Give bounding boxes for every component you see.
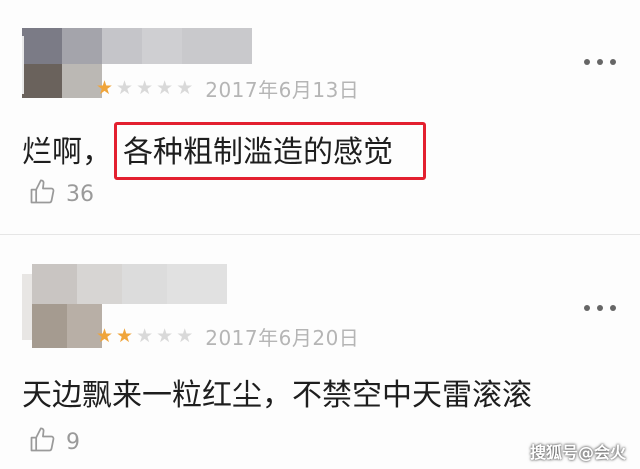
star-empty-icon: ★ [176, 77, 194, 99]
thumbs-up-icon [28, 426, 56, 458]
star-filled-icon: ★ [96, 325, 114, 347]
like-button[interactable]: 36 [28, 178, 94, 210]
star-empty-icon: ★ [116, 77, 134, 99]
star-empty-icon: ★ [156, 325, 174, 347]
rating-row: ★ ★ ★ ★ ★ 2017年6月20日 [96, 322, 359, 351]
star-empty-icon: ★ [136, 77, 154, 99]
like-button[interactable]: 9 [28, 426, 80, 458]
comment-date: 2017年6月20日 [205, 326, 360, 350]
comment-item: ★ ★ ★ ★ ★ 2017年6月13日 烂啊， 各种粗制滥造的感觉 36 [0, 0, 640, 235]
star-empty-icon: ★ [176, 325, 194, 347]
watermark: 搜狐号@会火 [529, 443, 626, 462]
star-filled-icon: ★ [96, 77, 114, 99]
thumbs-up-icon [28, 178, 56, 210]
star-filled-icon: ★ [116, 325, 134, 347]
more-dots-icon[interactable] [584, 302, 616, 314]
highlighted-text: 各种粗制滥造的感觉 [114, 122, 426, 180]
comment-item: ★ ★ ★ ★ ★ 2017年6月20日 天边飘来一粒红尘，不禁空中天雷滚滚 9 [0, 236, 640, 469]
like-count: 9 [66, 429, 80, 455]
more-dots-icon[interactable] [584, 56, 616, 68]
rating-row: ★ ★ ★ ★ ★ 2017年6月13日 [96, 74, 359, 103]
star-rating: ★ ★ ★ ★ ★ [96, 79, 193, 98]
comment-date: 2017年6月13日 [205, 78, 360, 102]
divider [0, 234, 640, 235]
star-empty-icon: ★ [156, 77, 174, 99]
star-empty-icon: ★ [136, 325, 154, 347]
comment-text-plain: 烂啊， [22, 135, 112, 170]
star-rating: ★ ★ ★ ★ ★ [96, 327, 193, 346]
comment-text: 烂啊， 各种粗制滥造的感觉 [22, 122, 426, 180]
like-count: 36 [66, 181, 94, 207]
comment-text: 天边飘来一粒红尘，不禁空中天雷滚滚 [22, 378, 532, 413]
